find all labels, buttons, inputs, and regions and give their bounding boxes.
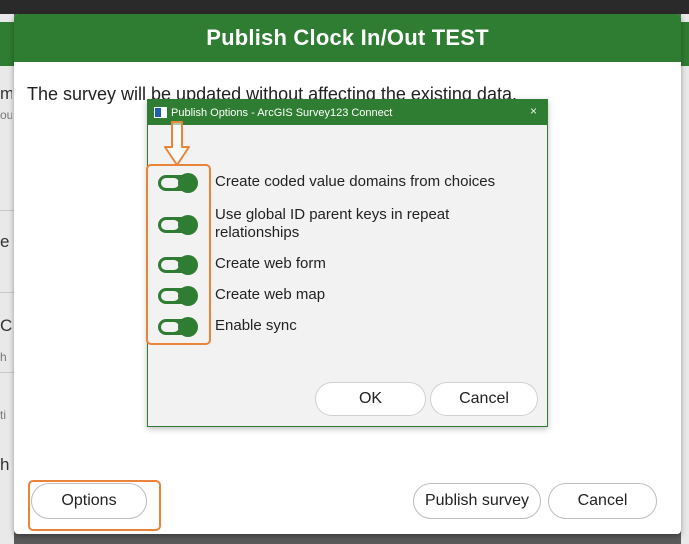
background-header-strip-left [0,22,14,66]
close-icon[interactable]: × [530,104,537,118]
publish-options-title: Publish Options - ArcGIS Survey123 Conne… [171,106,393,119]
toggles-highlight-box [146,164,211,345]
option-coded-value-domains: Create coded value domains from choices [158,173,515,193]
background-text-fragment: h [0,350,7,364]
down-arrow-icon [164,121,190,166]
publish-options-titlebar: Publish Options - ArcGIS Survey123 Conne… [148,100,547,125]
option-web-map: Create web map [158,286,515,306]
background-divider [0,210,14,211]
background-divider [0,292,14,293]
background-top-bar [0,0,689,14]
publish-dialog-title: Publish Clock In/Out TEST [206,25,489,50]
option-label: Create coded value domains from choices [215,173,496,190]
option-global-id-parent-keys: Use global ID parent keys in repeat rela… [158,206,515,242]
background-right-panel [681,14,689,544]
publish-dialog-header: Publish Clock In/Out TEST [14,14,681,62]
background-text-fragment: C [0,316,12,335]
background-text-fragment: m [0,84,12,103]
background-divider [0,372,14,373]
option-enable-sync: Enable sync [158,317,515,337]
background-text-fragment: e [0,232,10,251]
option-web-form: Create web form [158,255,515,275]
ok-button[interactable]: OK [315,382,426,416]
publish-survey-button[interactable]: Publish survey [413,483,541,519]
option-label: Enable sync [215,317,297,334]
option-label: Create web form [215,255,326,272]
option-label: Create web map [215,286,326,303]
cancel-button[interactable]: Cancel [548,483,657,519]
background-text-fragment: ou [0,108,12,122]
options-cancel-button[interactable]: Cancel [430,382,538,416]
option-label: Use global ID parent keys in repeat rela… [215,206,450,241]
options-highlight-box [28,480,161,531]
background-text-fragment: h [0,455,10,474]
background-header-strip-right [681,22,689,66]
background-text-fragment: ti [0,408,6,422]
survey123-app-icon [154,107,167,118]
